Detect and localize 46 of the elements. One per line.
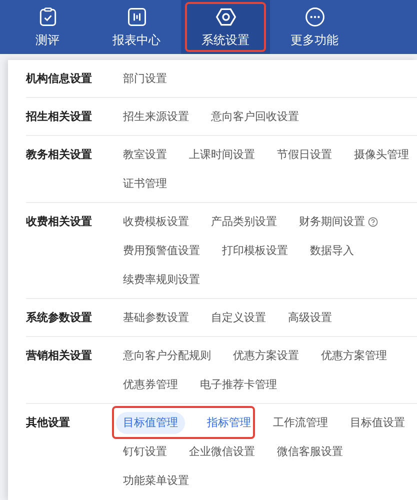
section-title: 其他设置: [26, 415, 71, 431]
settings-link[interactable]: 打印模板设置: [222, 236, 288, 265]
section-title: 机构信息设置: [26, 71, 93, 87]
hexagon-gear-icon: [214, 6, 236, 28]
settings-link[interactable]: 续费率规则设置: [123, 265, 200, 294]
settings-link[interactable]: 产品类别设置: [211, 207, 277, 236]
settings-link[interactable]: 电子推荐卡管理: [200, 370, 277, 399]
nav-tab[interactable]: 报表中心: [92, 0, 181, 54]
settings-link[interactable]: 高级设置: [288, 303, 332, 332]
settings-link[interactable]: 意向客户分配规则: [123, 341, 211, 370]
settings-link[interactable]: 教室设置: [123, 140, 167, 169]
settings-link[interactable]: 优惠方案管理: [321, 341, 387, 370]
settings-link[interactable]: 微信客服设置: [277, 437, 343, 466]
more-icon: [304, 6, 326, 28]
settings-link[interactable]: 招生来源设置: [123, 102, 189, 131]
section-title: 系统参数设置: [26, 310, 93, 326]
settings-link[interactable]: 数据导入: [310, 236, 354, 265]
settings-link[interactable]: 摄像头管理: [354, 140, 409, 169]
settings-link[interactable]: 意向客户回收设置: [211, 102, 299, 131]
settings-link[interactable]: 财务期间设置: [299, 207, 378, 236]
settings-link[interactable]: 指标管理: [207, 408, 251, 437]
settings-link[interactable]: 上课时间设置: [189, 140, 255, 169]
settings-link[interactable]: 工作流管理: [273, 408, 328, 437]
settings-link[interactable]: 收费模板设置: [123, 207, 189, 236]
settings-link[interactable]: 目标值设置: [350, 408, 405, 437]
nav-tab[interactable]: 系统设置: [181, 0, 270, 54]
settings-link[interactable]: 自定义设置: [211, 303, 266, 332]
settings-link[interactable]: 企业微信设置: [189, 437, 255, 466]
settings-link[interactable]: 优惠方案设置: [233, 341, 299, 370]
nav-tab[interactable]: 更多功能: [270, 0, 359, 54]
settings-link[interactable]: 证书管理: [123, 169, 167, 198]
settings-link[interactable]: 目标值管理: [116, 412, 185, 434]
settings-link[interactable]: 钉钉设置: [123, 437, 167, 466]
settings-link[interactable]: 优惠券管理: [123, 370, 178, 399]
help-icon[interactable]: [368, 216, 378, 226]
settings-link[interactable]: 基础参数设置: [123, 303, 189, 332]
nav-tab[interactable]: 测评: [3, 0, 92, 54]
settings-link[interactable]: 费用预警值设置: [123, 236, 200, 265]
section-title: 教务相关设置: [26, 147, 93, 163]
section-title: 收费相关设置: [26, 214, 93, 230]
section-title: 招生相关设置: [26, 109, 93, 125]
settings-link[interactable]: 部门设置: [123, 64, 167, 93]
chart-icon: [126, 6, 148, 28]
settings-link[interactable]: 功能菜单设置: [123, 466, 189, 495]
section-title: 营销相关设置: [26, 348, 93, 364]
settings-link[interactable]: 节假日设置: [277, 140, 332, 169]
